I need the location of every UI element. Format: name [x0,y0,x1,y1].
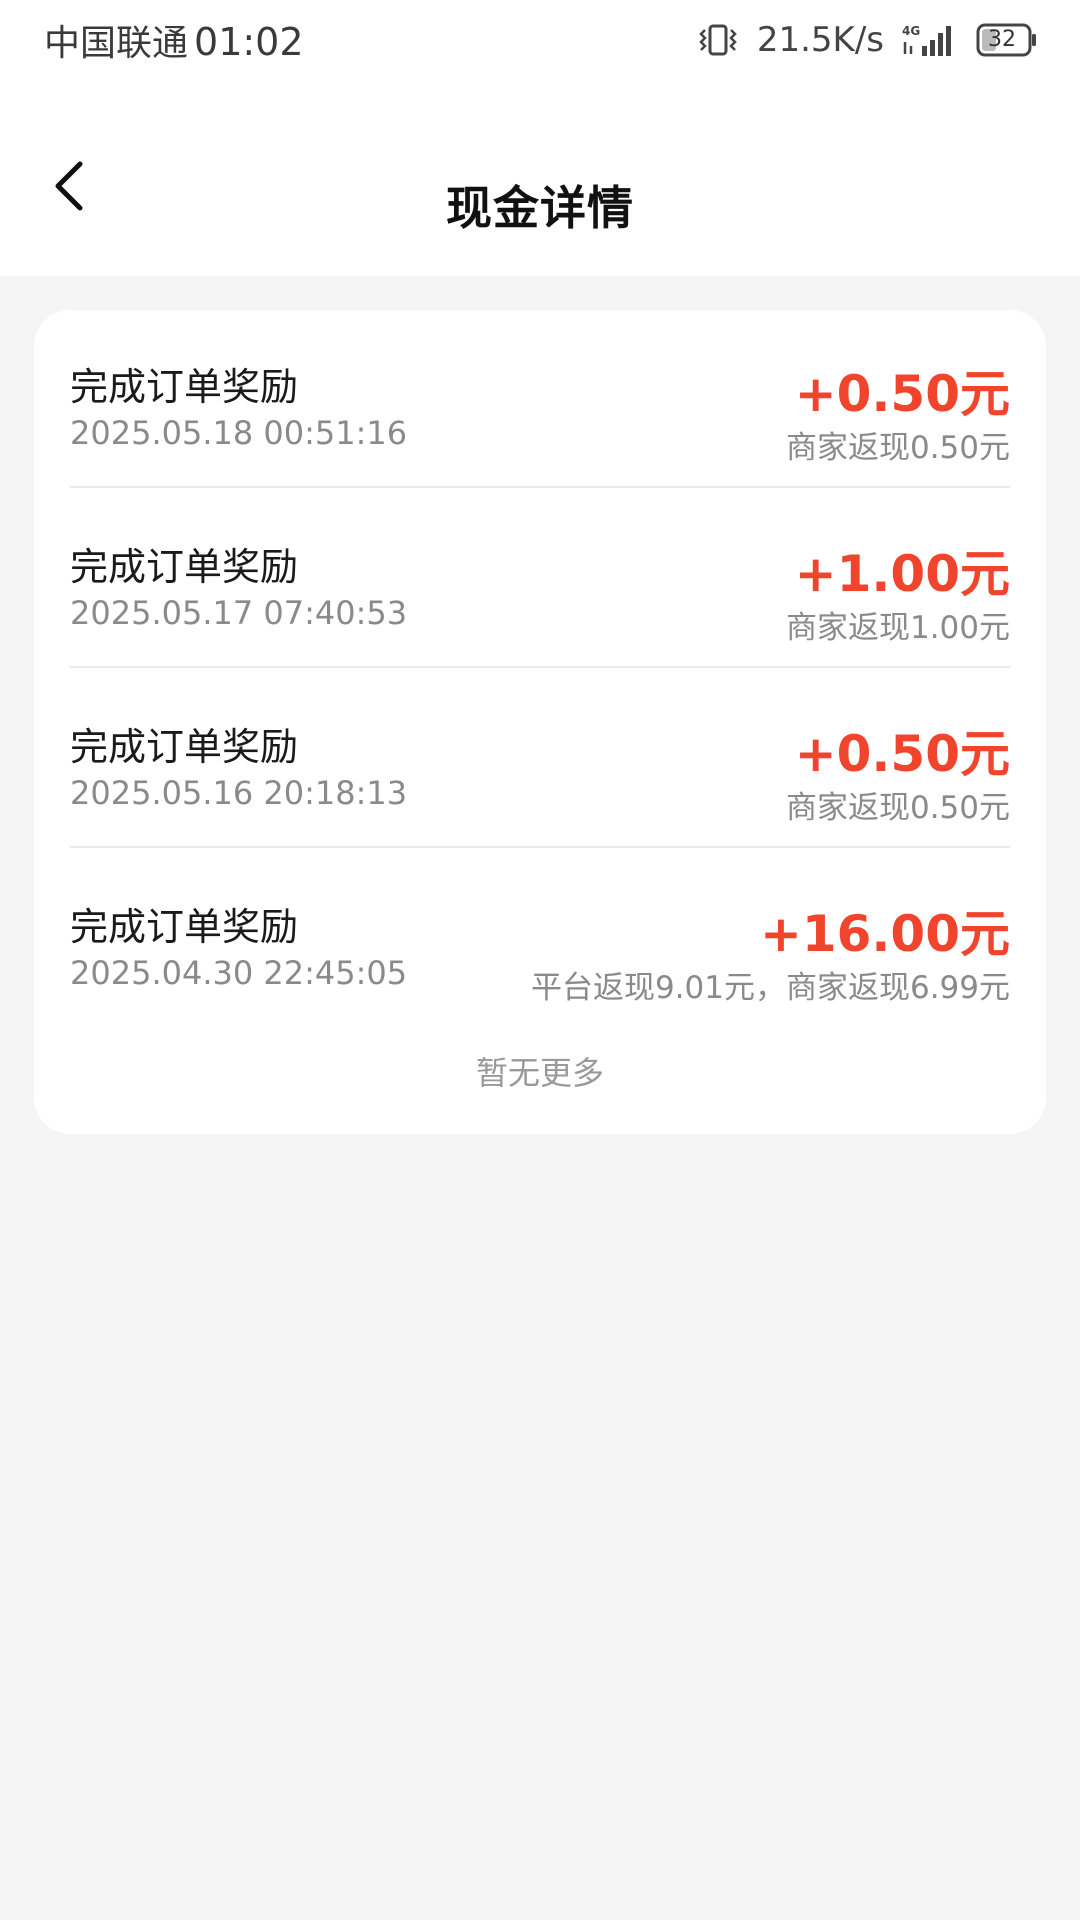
svg-text:4G: 4G [902,24,920,38]
record-desc: 平台返现9.01元，商家返现6.99元 [530,970,1010,1006]
status-time: 01:02 [194,20,304,64]
record-amount: +1.00元 [794,545,1010,603]
status-left: 中国联通 01:02 [44,14,304,66]
app-screen: 中国联通 01:02 21.5K/s 4G 32 现金详情 完成订单奖励 202… [0,0,1080,1920]
no-more-text: 暂无更多 [475,1054,604,1092]
record-time: 2025.04.30 22:45:05 [70,954,408,992]
status-bar: 中国联通 01:02 21.5K/s 4G 32 [0,0,1080,80]
record-amount: +0.50元 [794,365,1010,423]
record-desc: 商家返现0.50元 [785,790,1010,826]
record-title: 完成订单奖励 [70,545,299,589]
battery-icon: 32 [976,23,1038,57]
record-title: 完成订单奖励 [70,905,299,949]
network-speed: 21.5K/s [756,20,884,60]
record-amount: +16.00元 [759,905,1010,963]
battery-level: 32 [988,26,1016,52]
record-time: 2025.05.16 20:18:13 [70,774,408,812]
signal-4g-icon: 4G [902,22,958,58]
record-time: 2025.05.17 07:40:53 [70,594,408,632]
record-amount: +0.50元 [794,725,1010,783]
vibrate-icon [697,22,739,58]
record-row[interactable]: 完成订单奖励 2025.05.18 00:51:16 +0.50元 商家返现0.… [70,310,1010,488]
record-time: 2025.05.18 00:51:16 [70,414,408,452]
record-title: 完成订单奖励 [70,365,299,409]
record-desc: 商家返现0.50元 [785,430,1010,466]
nav-header: 现金详情 [0,80,1080,276]
carrier-name: 中国联通 [44,23,189,64]
record-desc: 商家返现1.00元 [785,610,1010,646]
page-title: 现金详情 [446,181,634,235]
record-row[interactable]: 完成订单奖励 2025.05.16 20:18:13 +0.50元 商家返现0.… [70,670,1010,848]
record-row[interactable]: 完成订单奖励 2025.05.17 07:40:53 +1.00元 商家返现1.… [70,490,1010,668]
status-right: 21.5K/s 4G 32 [697,20,1038,60]
cash-records-card: 完成订单奖励 2025.05.18 00:51:16 +0.50元 商家返现0.… [34,310,1046,1134]
record-row[interactable]: 完成订单奖励 2025.04.30 22:45:05 +16.00元 平台返现9… [70,850,1010,1028]
record-title: 完成订单奖励 [70,725,299,769]
